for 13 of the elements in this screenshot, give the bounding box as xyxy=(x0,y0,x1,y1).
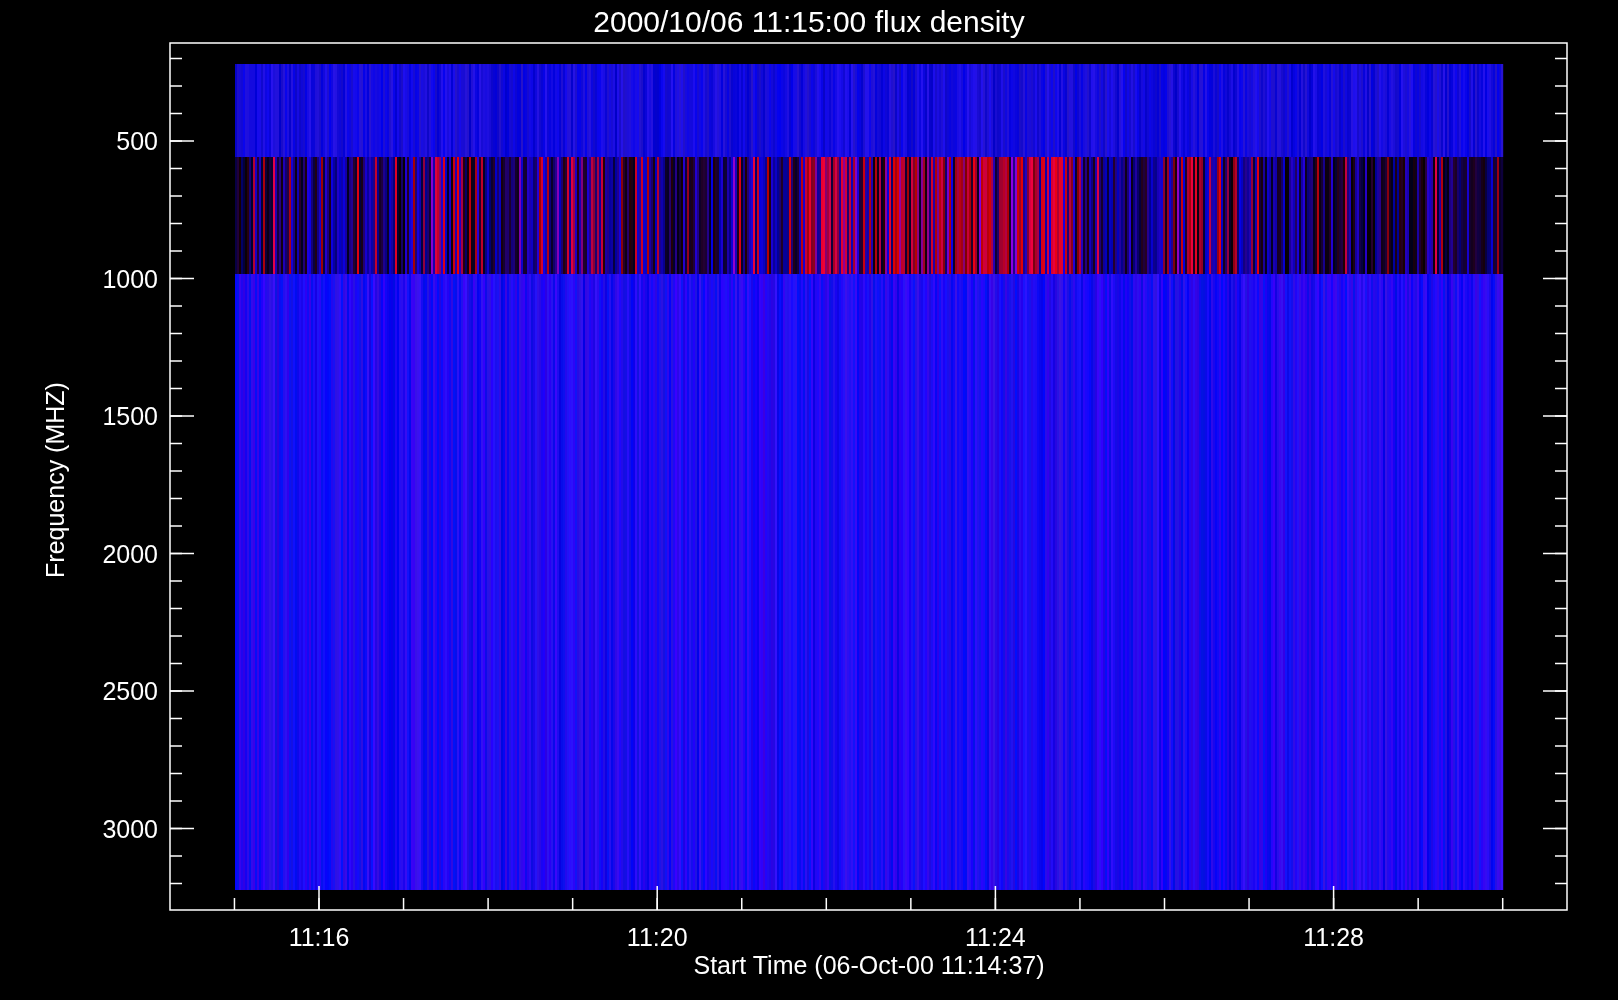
y-tick-label: 3000 xyxy=(102,814,158,843)
x-tick-label: 11:16 xyxy=(288,923,350,951)
x-tick-label: 11:20 xyxy=(626,923,688,951)
y-tick-label: 2000 xyxy=(102,539,158,568)
y-tick-label: 2500 xyxy=(102,677,158,705)
y-tick-label: 1000 xyxy=(102,264,158,293)
y-tick-label: 500 xyxy=(116,127,158,155)
chart-title: 2000/10/06 11:15:00 flux density xyxy=(593,5,1025,38)
y-tick-label: 1500 xyxy=(102,402,158,430)
x-axis-label: Start Time (06-Oct-00 11:14:37) xyxy=(693,951,1045,979)
x-tick-label: 11:24 xyxy=(965,923,1026,951)
y-axis-label: Frequency (MHZ) xyxy=(41,382,69,578)
x-tick-label: 11:28 xyxy=(1303,923,1364,951)
